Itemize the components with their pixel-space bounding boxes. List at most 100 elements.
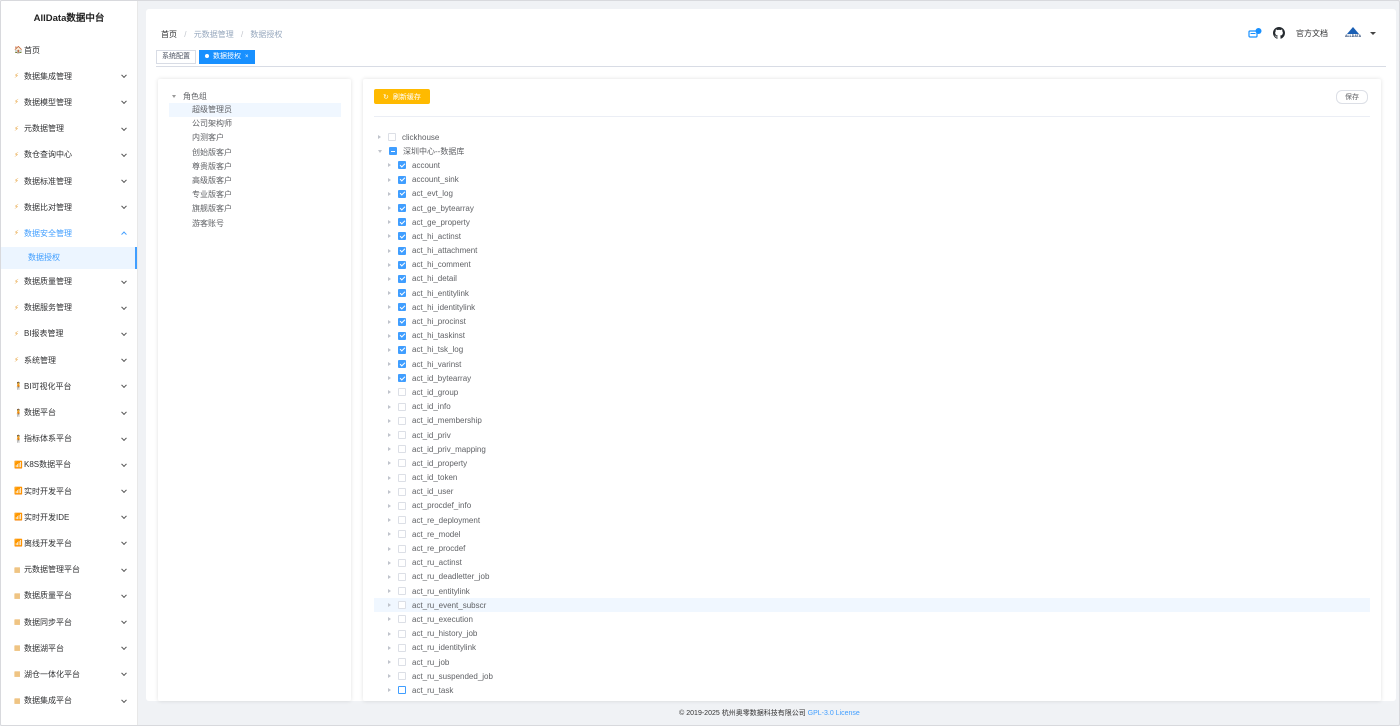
tree-node-table[interactable]: act_ru_identitylink [374,641,1370,655]
caret-right-icon[interactable] [388,163,391,168]
role-item[interactable]: 内测客户 [169,131,341,145]
caret-right-icon[interactable] [388,461,391,466]
caret-right-icon[interactable] [388,660,391,665]
checkbox[interactable] [398,643,406,652]
checkbox[interactable] [398,161,406,170]
checkbox[interactable] [398,672,406,681]
tree-node-table[interactable]: act_ru_task [374,683,1370,697]
tree-node-table[interactable]: act_hi_comment [374,258,1370,272]
caret-right-icon[interactable] [388,674,391,679]
checkbox[interactable] [398,658,406,667]
checkbox[interactable] [398,360,406,369]
caret-right-icon[interactable] [388,305,391,310]
tree-node-table[interactable]: act_id_info [374,400,1370,414]
tree-node-table[interactable]: act_re_model [374,527,1370,541]
sidebar-item[interactable]: 📶 离线开发平台 [1,530,137,556]
caret-right-icon[interactable] [388,631,391,636]
caret-right-icon[interactable] [388,220,391,225]
tree-node-table[interactable]: act_ru_event_subscr [374,598,1370,613]
caret-right-icon[interactable] [378,135,381,140]
checkbox[interactable] [398,317,406,326]
tree-node-table[interactable]: act_ru_actinst [374,556,1370,570]
breadcrumb-home[interactable]: 首页 [161,30,177,39]
tag-data-authorization[interactable]: 数据授权 × [199,50,255,64]
tree-node-table[interactable]: act_id_property [374,456,1370,470]
caret-down-icon[interactable] [378,149,382,153]
sidebar-item[interactable]: ▦ 数据湖平台 [1,635,137,661]
checkbox[interactable] [398,388,406,397]
tree-node-table[interactable]: act_ru_job [374,655,1370,669]
caret-right-icon[interactable] [388,390,391,395]
sidebar-item[interactable]: ⚡ 数据模型管理 [1,89,137,115]
sidebar-item[interactable]: ▦ 元数据管理平台 [1,557,137,583]
checkbox[interactable] [388,133,396,142]
tree-node-table[interactable]: act_ru_suspended_job [374,669,1370,683]
tree-node-table[interactable]: act_id_group [374,385,1370,399]
caret-right-icon[interactable] [388,191,391,196]
caret-right-icon[interactable] [388,433,391,438]
save-button[interactable]: 保存 [1336,90,1368,104]
caret-right-icon[interactable] [388,617,391,622]
tree-node-database[interactable]: clickhouse [374,130,1370,144]
checkbox[interactable] [398,416,406,425]
sidebar-item[interactable]: ▦ 湖仓一体化平台 [1,661,137,687]
tree-node-table[interactable]: act_ru_execution [374,612,1370,626]
caret-right-icon[interactable] [388,248,391,253]
checkbox[interactable] [398,558,406,567]
tree-node-table[interactable]: act_hi_tsk_log [374,343,1370,357]
checkbox[interactable] [398,686,406,695]
checkbox[interactable] [398,615,406,624]
caret-down-icon[interactable] [172,95,176,98]
role-item[interactable]: 游客账号 [169,217,341,231]
sidebar-item[interactable]: 🧍 数据平台 [1,399,137,425]
notification-icon[interactable] [1248,26,1262,40]
sidebar-item[interactable]: ⚡ 数据服务管理 [1,295,137,321]
checkbox[interactable] [398,544,406,553]
sidebar-item[interactable]: ⚡ 元数据管理 [1,116,137,142]
caret-right-icon[interactable] [388,447,391,452]
tree-node-table[interactable]: act_ru_history_job [374,627,1370,641]
github-icon[interactable] [1272,26,1286,40]
caret-down-icon[interactable] [1370,31,1376,35]
checkbox[interactable] [398,487,406,496]
checkbox[interactable] [398,445,406,454]
sidebar-item[interactable]: ⚡ 数仓查询中心 [1,142,137,168]
checkbox[interactable] [398,331,406,340]
role-item[interactable]: 超级管理员 [169,103,341,118]
tree-node-table[interactable]: act_ru_entitylink [374,584,1370,598]
tree-node-table[interactable]: act_re_procdef [374,541,1370,555]
tag-system-config[interactable]: 系统配置 [156,50,196,64]
sidebar-item[interactable]: ⚡ 数据集成管理 [1,63,137,89]
tree-node-table[interactable]: act_ge_bytearray [374,201,1370,215]
caret-right-icon[interactable] [388,234,391,239]
checkbox[interactable] [398,232,406,241]
tree-node-table[interactable]: act_id_token [374,471,1370,485]
tree-node-table[interactable]: act_hi_entitylink [374,286,1370,300]
caret-right-icon[interactable] [388,503,391,508]
sidebar-item[interactable]: 📶 实时开发平台 [1,478,137,504]
caret-right-icon[interactable] [388,291,391,296]
caret-right-icon[interactable] [388,333,391,338]
checkbox[interactable] [398,530,406,539]
tree-node-table[interactable]: act_hi_actinst [374,229,1370,243]
sidebar-item[interactable]: ⚡ 系统管理 [1,347,137,373]
caret-right-icon[interactable] [388,518,391,523]
sidebar-item[interactable]: ⚡ 数据质量管理 [1,269,137,295]
docs-link[interactable]: 官方文档 [1296,28,1328,39]
sidebar-item[interactable]: ⚡ 数据安全管理 [1,220,137,246]
checkbox[interactable] [398,516,406,525]
sidebar-item[interactable]: ⚡ 数据标准管理 [1,168,137,194]
caret-right-icon[interactable] [388,347,391,352]
refresh-cache-button[interactable]: ↻ 刷新缓存 [374,89,430,104]
caret-right-icon[interactable] [388,206,391,211]
tree-node-table[interactable]: act_ge_property [374,215,1370,229]
checkbox[interactable] [398,218,406,227]
caret-right-icon[interactable] [388,546,391,551]
tree-node-table[interactable]: act_hi_varinst [374,357,1370,371]
tree-node-table[interactable]: account_sink [374,173,1370,187]
close-icon[interactable]: × [245,54,249,60]
caret-right-icon[interactable] [388,362,391,367]
caret-right-icon[interactable] [388,603,391,608]
caret-right-icon[interactable] [388,404,391,409]
caret-right-icon[interactable] [388,560,391,565]
